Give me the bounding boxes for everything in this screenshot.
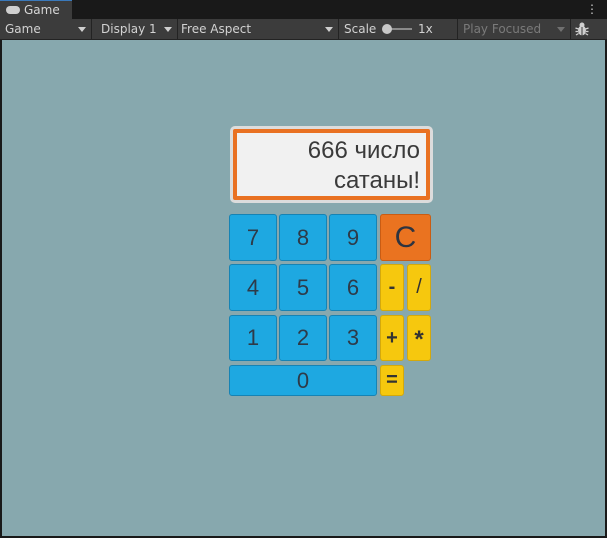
aspect-label: Free Aspect xyxy=(181,22,252,36)
view-mode-dropdown[interactable]: Game xyxy=(0,19,91,39)
game-view: 666 число сатаны! 7 8 9 C 4 5 6 - / 1 2 … xyxy=(2,40,605,536)
aspect-dropdown[interactable]: Free Aspect xyxy=(178,19,338,39)
divider xyxy=(338,19,339,39)
divider xyxy=(570,19,571,39)
tab-bar: Game ⋮ xyxy=(0,0,607,19)
chevron-down-icon xyxy=(557,27,565,32)
chevron-down-icon xyxy=(78,27,86,32)
chevron-down-icon xyxy=(325,27,333,32)
key-2-button[interactable]: 2 xyxy=(279,315,327,361)
scale-value: 1x xyxy=(418,22,433,36)
gamepad-icon xyxy=(6,5,20,14)
calculator-display: 666 число сатаны! xyxy=(230,126,433,203)
key-0-button[interactable]: 0 xyxy=(229,365,377,396)
play-mode-label: Play Focused xyxy=(463,22,542,36)
calculator-display-text: 666 число сатаны! xyxy=(233,129,430,200)
key-9-button[interactable]: 9 xyxy=(329,214,377,261)
tab-game[interactable]: Game xyxy=(0,0,72,19)
play-mode-dropdown[interactable]: Play Focused xyxy=(458,19,570,39)
tab-label: Game xyxy=(24,3,60,17)
scale-label: Scale xyxy=(344,22,377,36)
game-toolbar: Game Display 1 Free Aspect Scale 1x Play… xyxy=(0,19,607,40)
multiply-button[interactable]: * xyxy=(407,315,431,361)
scale-slider-handle[interactable] xyxy=(382,24,392,34)
display-label: Display 1 xyxy=(101,22,157,36)
chevron-down-icon xyxy=(164,27,172,32)
key-4-button[interactable]: 4 xyxy=(229,264,277,311)
plus-button[interactable]: + xyxy=(380,315,404,361)
key-3-button[interactable]: 3 xyxy=(329,315,377,361)
key-7-button[interactable]: 7 xyxy=(229,214,277,261)
equals-button[interactable]: = xyxy=(380,365,404,396)
divide-button[interactable]: / xyxy=(407,264,431,311)
clear-button[interactable]: C xyxy=(380,214,431,261)
kebab-menu-icon[interactable]: ⋮ xyxy=(586,2,598,16)
display-line-2: сатаны! xyxy=(333,167,420,194)
display-line-1: 666 число xyxy=(307,137,420,164)
key-6-button[interactable]: 6 xyxy=(329,264,377,311)
display-dropdown[interactable]: Display 1 xyxy=(92,19,177,39)
key-5-button[interactable]: 5 xyxy=(279,264,327,311)
key-8-button[interactable]: 8 xyxy=(279,214,327,261)
minus-button[interactable]: - xyxy=(380,264,404,311)
view-mode-label: Game xyxy=(5,22,41,36)
bug-icon[interactable] xyxy=(574,21,590,37)
key-1-button[interactable]: 1 xyxy=(229,315,277,361)
